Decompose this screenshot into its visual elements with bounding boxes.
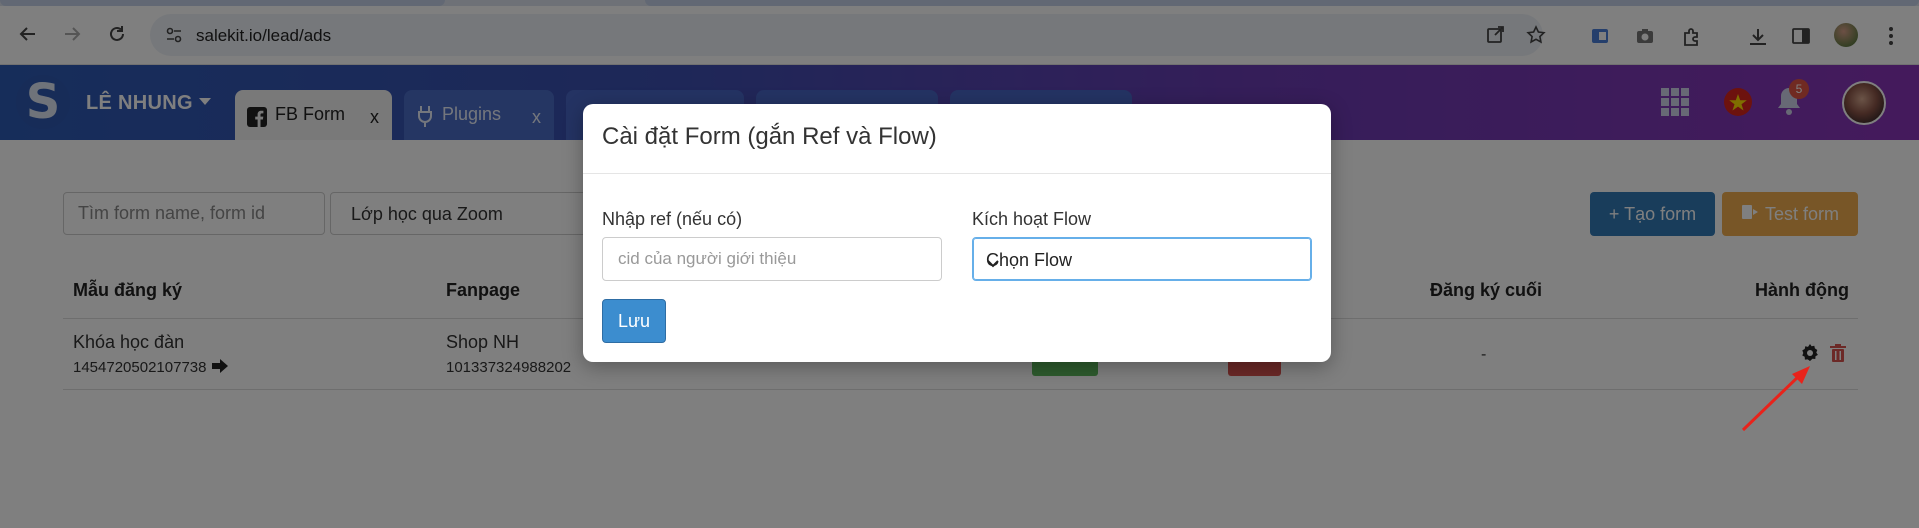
modal-divider [583, 173, 1331, 174]
flow-label: Kích hoạt Flow [972, 209, 1092, 229]
screen: salekit.io/lead/ads S LÊ [0, 0, 1919, 528]
ref-label: Nhập ref (nếu có) [602, 209, 743, 229]
modal-title: Cài đặt Form (gắn Ref và Flow) [602, 123, 937, 150]
annotation-arrow [1741, 366, 1810, 432]
ref-input[interactable] [602, 237, 942, 281]
form-settings-modal: Cài đặt Form (gắn Ref và Flow) Nhập ref … [583, 104, 1331, 362]
save-button[interactable]: Lưu [602, 299, 666, 343]
flow-select[interactable]: Chọn Flow [972, 237, 1312, 281]
save-button-label: Lưu [617, 310, 651, 331]
chevron-down-icon [986, 253, 1301, 274]
